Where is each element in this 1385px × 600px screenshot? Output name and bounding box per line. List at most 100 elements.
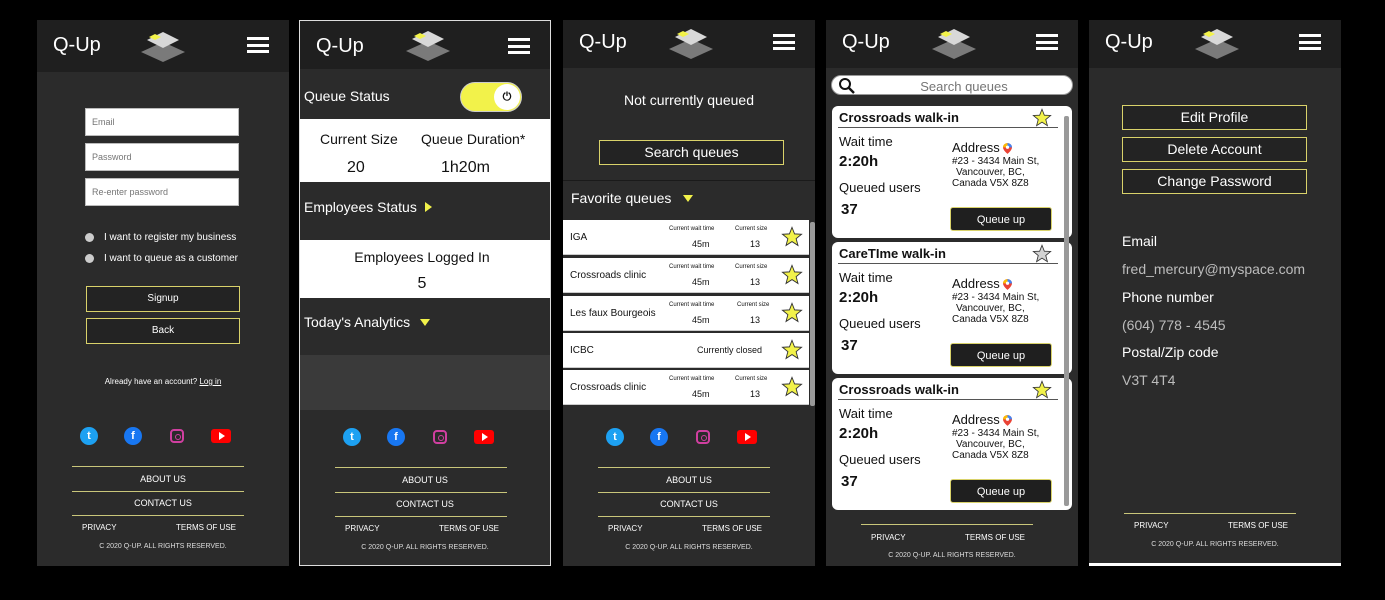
favorites-toggle[interactable]: Favorite queues <box>571 190 694 206</box>
privacy-link[interactable]: PRIVACY <box>1134 521 1169 530</box>
employees-panel: Employees Logged In 5 <box>300 240 550 298</box>
login-prompt-text: Already have an account? <box>104 377 198 386</box>
employees-status-toggle[interactable]: Employees Status <box>304 199 432 215</box>
star-icon[interactable] <box>781 376 803 398</box>
map-pin-icon[interactable] <box>1003 415 1012 426</box>
queue-name: Crossroads clinic <box>570 382 647 393</box>
map-pin-icon[interactable] <box>1003 279 1012 290</box>
scrollbar[interactable] <box>810 222 815 406</box>
wait-label: Wait time <box>839 406 893 421</box>
app-logo-icon <box>404 29 452 65</box>
scrollbar[interactable] <box>1064 116 1069 506</box>
terms-link[interactable]: TERMS OF USE <box>176 523 236 532</box>
divider <box>72 466 244 467</box>
queue-metrics-panel: Current Size 20 Queue Duration* 1h20m <box>300 119 550 182</box>
analytics-toggle[interactable]: Today's Analytics <box>304 314 431 330</box>
privacy-link[interactable]: PRIVACY <box>608 524 643 533</box>
instagram-icon[interactable] <box>693 428 713 446</box>
about-link[interactable]: ABOUT US <box>37 474 289 484</box>
wait-value: 45m <box>692 277 710 287</box>
twitter-icon[interactable]: t <box>342 428 362 446</box>
instagram-icon[interactable] <box>167 427 187 445</box>
search-input[interactable] <box>862 77 1066 95</box>
star-icon[interactable] <box>781 302 803 324</box>
password-field[interactable] <box>85 143 239 171</box>
list-item[interactable]: Crossroads clinic Current wait time Curr… <box>563 258 809 293</box>
menu-icon[interactable] <box>773 34 795 50</box>
search-queues-button[interactable]: Search queues <box>599 140 784 165</box>
search-bar[interactable] <box>831 75 1073 95</box>
signup-button[interactable]: Signup <box>86 286 240 312</box>
app-header: Q-Up <box>563 20 815 68</box>
list-item[interactable]: Les faux Bourgeois Current wait time Cur… <box>563 296 809 331</box>
star-icon[interactable] <box>1032 108 1052 128</box>
login-link[interactable]: Log in <box>199 377 221 386</box>
app-header: Q-Up <box>1089 20 1341 68</box>
change-password-button[interactable]: Change Password <box>1122 169 1307 194</box>
youtube-icon[interactable] <box>737 428 757 446</box>
radio-business[interactable]: I want to register my business <box>85 232 236 243</box>
youtube-icon[interactable] <box>211 427 231 445</box>
back-button[interactable]: Back <box>86 318 240 344</box>
queue-status-toggle[interactable]: ⏻ <box>460 82 522 112</box>
facebook-icon[interactable]: f <box>649 428 669 446</box>
queue-up-button[interactable]: Queue up <box>950 207 1052 231</box>
star-icon[interactable] <box>781 339 803 361</box>
privacy-link[interactable]: PRIVACY <box>82 523 117 532</box>
star-icon[interactable] <box>781 226 803 248</box>
youtube-icon[interactable] <box>474 428 494 446</box>
delete-account-button[interactable]: Delete Account <box>1122 137 1307 162</box>
terms-link[interactable]: TERMS OF USE <box>702 524 762 533</box>
app-header: Q-Up <box>300 21 550 69</box>
privacy-link[interactable]: PRIVACY <box>871 533 906 542</box>
instagram-icon[interactable] <box>430 428 450 446</box>
divider <box>1124 513 1296 514</box>
menu-icon[interactable] <box>508 38 530 54</box>
facebook-icon[interactable]: f <box>123 427 143 445</box>
radio-customer[interactable]: I want to queue as a customer <box>85 253 238 264</box>
reenter-password-field[interactable] <box>85 178 239 206</box>
queue-up-button[interactable]: Queue up <box>950 343 1052 367</box>
edit-profile-button[interactable]: Edit Profile <box>1122 105 1307 130</box>
terms-link[interactable]: TERMS OF USE <box>1228 521 1288 530</box>
favorites-list: IGA Current wait time Current size 45m 1… <box>563 220 815 406</box>
terms-link[interactable]: TERMS OF USE <box>439 524 499 533</box>
queue-card: CareTIme walk-in Wait time 2:20h Queued … <box>832 242 1072 374</box>
contact-link[interactable]: CONTACT US <box>300 499 550 509</box>
email-field[interactable] <box>85 108 239 136</box>
menu-icon[interactable] <box>247 37 269 53</box>
about-link[interactable]: ABOUT US <box>563 475 815 485</box>
queue-up-button[interactable]: Queue up <box>950 479 1052 503</box>
list-item[interactable]: IGA Current wait time Current size 45m 1… <box>563 220 809 255</box>
employees-logged-label: Employees Logged In <box>354 249 490 265</box>
app-header: Q-Up <box>37 20 289 72</box>
app-logo-icon <box>139 30 187 66</box>
facebook-icon[interactable]: f <box>386 428 406 446</box>
star-icon[interactable] <box>781 264 803 286</box>
employees-status-label: Employees Status <box>304 199 417 215</box>
list-item[interactable]: Crossroads clinic Current wait time Curr… <box>563 370 809 405</box>
social-links: t f <box>342 428 494 446</box>
contact-link[interactable]: CONTACT US <box>37 498 289 508</box>
menu-icon[interactable] <box>1299 34 1321 50</box>
contact-link[interactable]: CONTACT US <box>563 499 815 509</box>
queue-name: Les faux Bourgeois <box>570 308 656 319</box>
terms-link[interactable]: TERMS OF USE <box>965 533 1025 542</box>
map-pin-icon[interactable] <box>1003 143 1012 154</box>
menu-icon[interactable] <box>1036 34 1058 50</box>
star-icon[interactable] <box>1032 380 1052 400</box>
twitter-icon[interactable]: t <box>79 427 99 445</box>
caret-down-icon <box>683 194 694 202</box>
privacy-link[interactable]: PRIVACY <box>345 524 380 533</box>
queue-name: IGA <box>570 232 588 243</box>
app-header: Q-Up <box>826 20 1078 68</box>
address-line-2: Vancouver, BC, <box>956 303 1025 314</box>
twitter-icon[interactable]: t <box>605 428 625 446</box>
address-line-1: #23 - 3434 Main St, <box>952 428 1040 439</box>
list-item[interactable]: ICBC Currently closed <box>563 333 809 368</box>
star-outline-icon[interactable] <box>1032 244 1052 264</box>
about-link[interactable]: ABOUT US <box>300 475 550 485</box>
divider <box>335 467 507 468</box>
postal-label: Postal/Zip code <box>1122 344 1219 360</box>
employees-logged-value: 5 <box>417 275 427 292</box>
